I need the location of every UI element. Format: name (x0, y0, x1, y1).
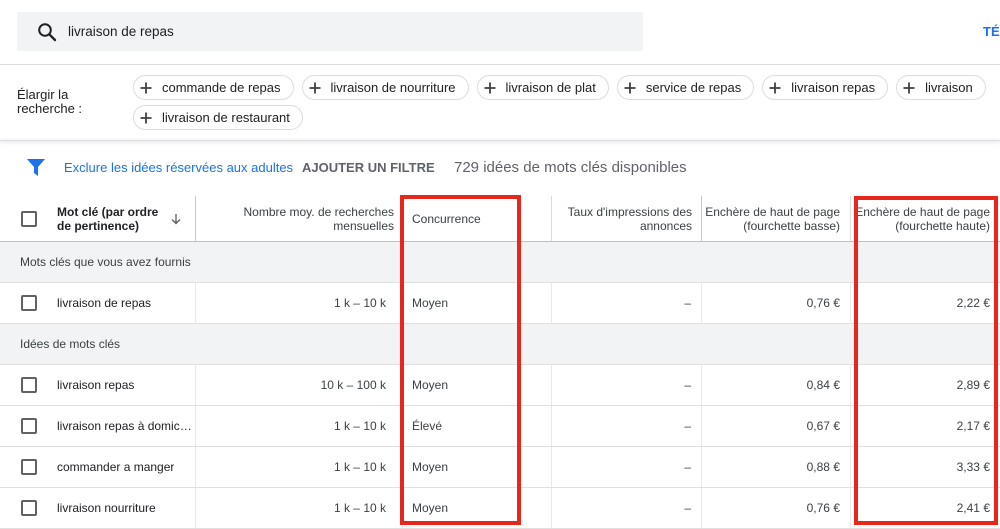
chip-label: commande de repas (162, 80, 281, 95)
chip-label: service de repas (645, 80, 742, 95)
broaden-chip[interactable]: livraison repas (762, 75, 889, 100)
impression-share-cell: – (552, 447, 702, 487)
broaden-chip[interactable]: livraison de plat (476, 75, 609, 100)
bid-high-cell: 2,41 € (956, 501, 990, 515)
keyword-table: Mot clé (par ordre de pertinence) Nombre… (0, 196, 1000, 529)
column-header-keyword[interactable]: Mot clé (par ordre de pertinence) (0, 196, 196, 241)
plus-icon (140, 112, 152, 123)
bid-high-cell: 3,33 € (956, 460, 990, 474)
column-label: Taux d'impressions des annonces (567, 204, 692, 233)
plus-icon (484, 82, 496, 93)
keyword-text: livraison de repas (57, 296, 152, 310)
bid-low-cell: 0,76 € (702, 488, 851, 528)
keyword-text: livraison nourriture (57, 501, 156, 515)
column-header-monthly-searches[interactable]: Nombre moy. de recherches mensuelles (196, 196, 403, 241)
competition-cell: Élevé (403, 406, 552, 446)
impression-share-cell: – (552, 283, 702, 323)
header-divider (0, 64, 1000, 65)
chip-label: livraison de plat (505, 80, 596, 95)
bid-low-cell: 0,88 € (702, 447, 851, 487)
keyword-text: livraison repas à domic… (57, 419, 192, 433)
column-label: Mot clé (par ordre de pertinence) (57, 204, 159, 233)
bid-low-cell: 0,84 € (702, 365, 851, 405)
plus-icon (769, 82, 781, 93)
broaden-label: Élargir la recherche : (17, 87, 83, 116)
keyword-text: commander a manger (57, 460, 175, 474)
row-checkbox[interactable] (21, 377, 37, 393)
arrow-down-icon (171, 213, 181, 224)
broaden-chip[interactable]: livraison de nourriture (301, 75, 469, 100)
monthly-searches-cell: 1 k – 10 k (196, 488, 403, 528)
impression-share-cell: – (552, 406, 702, 446)
monthly-searches-cell: 1 k – 10 k (196, 406, 403, 446)
column-header-bid-low[interactable]: Enchère de haut de page (fourchette bass… (702, 196, 851, 241)
chip-label: livraison de restaurant (162, 110, 290, 125)
keyword-cell: commander a manger (0, 447, 196, 487)
bid-high-cell: 2,22 € (956, 296, 990, 310)
column-header-competition[interactable]: Concurrence (403, 196, 552, 241)
broaden-chip[interactable]: commande de repas (133, 75, 294, 100)
plus-icon (903, 82, 915, 93)
table-row: commander a manger 1 k – 10 k Moyen – 0,… (0, 447, 1000, 488)
bid-high-cell: 2,89 € (956, 378, 990, 392)
keyword-cell: livraison repas à domic… (0, 406, 196, 446)
group-header-provided-keywords: Mots clés que vous avez fournis (0, 242, 1000, 283)
keyword-ideas-count: 729 idées de mots clés disponibles (454, 159, 687, 176)
monthly-searches-cell: 1 k – 10 k (196, 283, 403, 323)
keyword-cell: livraison nourriture (0, 488, 196, 528)
competition-cell: Moyen (403, 283, 552, 323)
competition-cell: Moyen (403, 365, 552, 405)
search-icon (38, 23, 57, 42)
table-row: livraison repas à domic… 1 k – 10 k Élev… (0, 406, 1000, 447)
broaden-chips: commande de repas livraison de nourritur… (133, 75, 993, 130)
column-header-bid-high[interactable]: Enchère de haut de page (fourchette haut… (851, 196, 1000, 241)
column-label: Nombre moy. de recherches mensuelles (243, 204, 394, 233)
filter-icon[interactable] (27, 159, 45, 176)
section-divider (0, 140, 1000, 141)
plus-icon (624, 82, 636, 93)
search-field[interactable]: livraison de repas (17, 12, 643, 51)
chip-label: livraison de nourriture (330, 80, 456, 95)
plus-icon (140, 82, 152, 93)
monthly-searches-cell: 1 k – 10 k (196, 447, 403, 487)
keyword-cell: livraison repas (0, 365, 196, 405)
table-header: Mot clé (par ordre de pertinence) Nombre… (0, 196, 1000, 242)
table-row: livraison de repas 1 k – 10 k Moyen – 0,… (0, 283, 1000, 324)
download-link[interactable]: TÉ (983, 23, 1000, 41)
column-label: Enchère de haut de page (fourchette haut… (855, 204, 990, 233)
table-row: livraison nourriture 1 k – 10 k Moyen – … (0, 488, 1000, 529)
row-checkbox[interactable] (21, 459, 37, 475)
exclude-adult-ideas-link[interactable]: Exclure les idées réservées aux adultes (64, 160, 293, 176)
row-checkbox[interactable] (21, 295, 37, 311)
row-checkbox[interactable] (21, 500, 37, 516)
search-query[interactable]: livraison de repas (68, 12, 174, 51)
select-all-checkbox[interactable] (21, 210, 37, 227)
chip-label: livraison (925, 80, 973, 95)
monthly-searches-cell: 10 k – 100 k (196, 365, 403, 405)
column-label: Concurrence (412, 211, 481, 226)
competition-cell: Moyen (403, 447, 552, 487)
chip-label: livraison repas (791, 80, 876, 95)
impression-share-cell: – (552, 365, 702, 405)
plus-icon (309, 82, 321, 93)
add-filter-button[interactable]: AJOUTER UN FILTRE (302, 160, 435, 176)
impression-share-cell: – (552, 488, 702, 528)
broaden-chip[interactable]: livraison de restaurant (133, 105, 303, 130)
keyword-cell: livraison de repas (0, 283, 196, 323)
table-row: livraison repas 10 k – 100 k Moyen – 0,8… (0, 365, 1000, 406)
column-header-impression-share[interactable]: Taux d'impressions des annonces (552, 196, 702, 241)
column-label: Enchère de haut de page (fourchette bass… (705, 204, 840, 233)
bid-high-cell: 2,17 € (956, 419, 990, 433)
bid-low-cell: 0,67 € (702, 406, 851, 446)
row-checkbox[interactable] (21, 418, 37, 434)
group-header-keyword-ideas: Idées de mots clés (0, 324, 1000, 365)
competition-cell: Moyen (403, 488, 552, 528)
broaden-chip[interactable]: livraison (896, 75, 986, 100)
bid-low-cell: 0,76 € (702, 283, 851, 323)
keyword-text: livraison repas (57, 378, 135, 392)
broaden-chip[interactable]: service de repas (616, 75, 755, 100)
